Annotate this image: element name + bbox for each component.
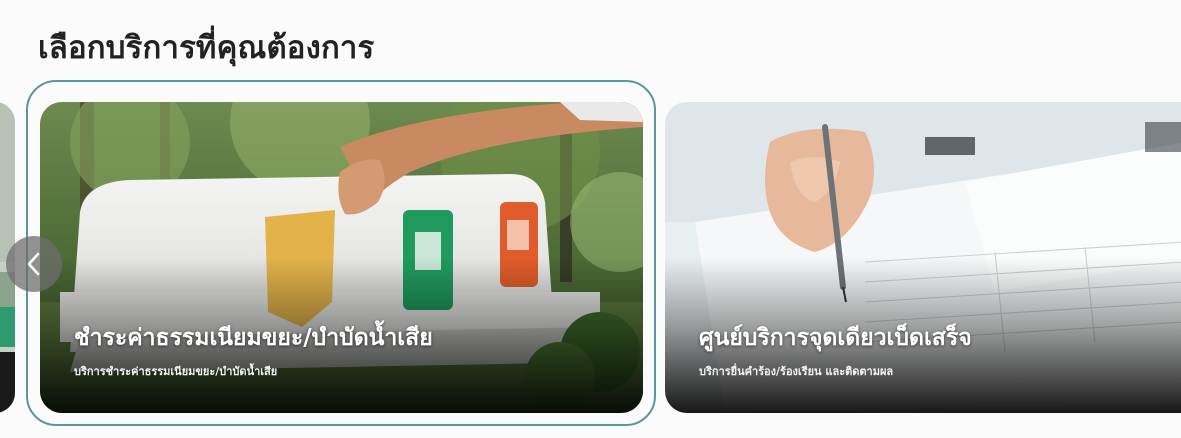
card-title: ชำระค่าธรรมเนียมขยะ/บำบัดน้ำเสีย [74, 325, 433, 351]
service-card-waste-fee[interactable]: ชำระค่าธรรมเนียมขยะ/บำบัดน้ำเสีย บริการช… [40, 102, 643, 413]
card-title: ศูนย์บริการจุดเดียวเบ็ดเสร็จ [699, 325, 972, 351]
service-card-one-stop-center[interactable]: ศูนย์บริการจุดเดียวเบ็ดเสร็จ บริการยื่นค… [665, 102, 1181, 413]
card-subtitle: บริการยื่นคำร้อง/ร้องเรียน และติดตามผล [699, 365, 894, 378]
section-heading: เลือกบริการที่คุณต้องการ [38, 30, 375, 66]
service-carousel: ชำระค่าธรรมเนียมขยะ/บำบัดน้ำเสีย บริการช… [0, 80, 1181, 430]
service-selection-section: เลือกบริการที่คุณต้องการ ชำระค่าธรรมเนีย… [0, 0, 1181, 438]
carousel-prev-button[interactable] [6, 236, 62, 292]
card-subtitle: บริการชำระค่าธรรมเนียมขยะ/บำบัดน้ำเสีย [74, 365, 278, 378]
chevron-left-icon [27, 252, 40, 276]
